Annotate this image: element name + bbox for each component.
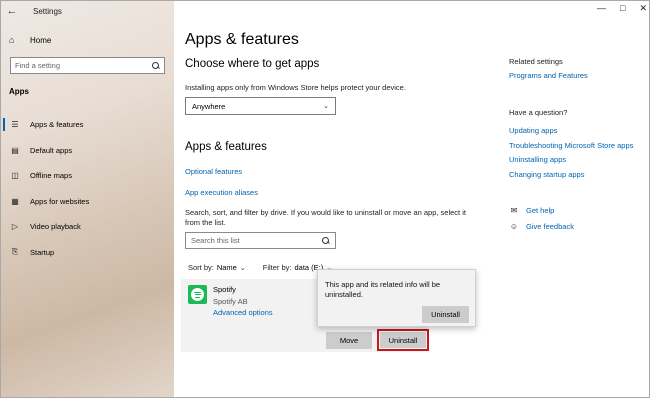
maximize-icon[interactable]: □	[620, 3, 625, 14]
question-heading: Have a question?	[509, 108, 568, 117]
video-icon: ▷	[11, 222, 19, 232]
sort-dropdown[interactable]: Sort by: Name ⌄	[188, 263, 246, 272]
sort-filter-row: Sort by: Name ⌄ Filter by: data (E:) ⌄	[188, 263, 332, 272]
search-icon[interactable]	[322, 236, 330, 245]
choose-heading: Choose where to get apps	[185, 58, 320, 70]
apps-list-icon: ☰	[11, 120, 19, 130]
settings-search[interactable]	[10, 57, 165, 74]
confirm-uninstall-button[interactable]: Uninstall	[422, 306, 469, 323]
nav-list: ☰ Apps & features ▤ Default apps ◫ Offli…	[1, 112, 174, 265]
uninstall-highlight: Uninstall	[377, 329, 429, 351]
map-icon: ◫	[11, 171, 19, 181]
get-help-row[interactable]: ✉ Get help	[509, 206, 555, 215]
default-apps-icon: ▤	[11, 145, 19, 155]
close-icon[interactable]: ✕	[639, 3, 647, 14]
programs-features-link[interactable]: Programs and Features	[509, 71, 588, 80]
filter-description: Search, sort, and filter by drive. If yo…	[185, 208, 466, 227]
startup-icon: ⎘	[11, 247, 19, 257]
optional-features-link[interactable]: Optional features	[185, 167, 242, 176]
feedback-icon: ☺	[509, 222, 519, 231]
sidebar-item-label: Startup	[30, 247, 55, 257]
sidebar-item-label: Offline maps	[30, 171, 72, 181]
app-source-value: Anywhere	[192, 101, 226, 111]
app-source-dropdown[interactable]: Anywhere ⌄	[185, 97, 336, 115]
sidebar-item-startup[interactable]: ⎘ Startup	[1, 240, 174, 266]
minimize-icon[interactable]: —	[597, 3, 606, 14]
window-controls: — □ ✕	[597, 3, 647, 14]
app-list-search[interactable]	[185, 232, 336, 249]
apps-features-heading: Apps & features	[185, 141, 267, 153]
uninstall-button[interactable]: Uninstall	[380, 332, 426, 348]
updating-apps-link[interactable]: Updating apps	[509, 126, 557, 135]
app-list-search-input[interactable]	[191, 236, 311, 245]
app-execution-aliases-link[interactable]: App execution aliases	[185, 188, 258, 197]
chevron-down-icon: ⌄	[239, 264, 246, 272]
section-title-apps: Apps	[9, 87, 29, 96]
move-button[interactable]: Move	[326, 332, 372, 349]
app-publisher: Spotify AB	[213, 297, 248, 306]
uninstall-confirm-flyout: This app and its related info will be un…	[317, 269, 476, 327]
app-name: Spotify	[213, 285, 236, 294]
choose-description: Installing apps only from Windows Store …	[185, 83, 406, 92]
changing-startup-link[interactable]: Changing startup apps	[509, 170, 584, 179]
spotify-logo-icon	[188, 285, 207, 304]
back-arrow-icon[interactable]: ←	[1, 5, 23, 17]
help-chat-icon: ✉	[510, 206, 518, 215]
give-feedback-link[interactable]: Give feedback	[526, 222, 574, 231]
nav-home-label: Home	[30, 35, 52, 45]
troubleshooting-store-link[interactable]: Troubleshooting Microsoft Store apps	[509, 141, 633, 150]
uninstall-confirm-message: This app and its related info will be un…	[325, 280, 441, 299]
sidebar-item-default-apps[interactable]: ▤ Default apps	[1, 138, 174, 164]
advanced-options-link[interactable]: Advanced options	[213, 308, 273, 317]
uninstalling-apps-link[interactable]: Uninstalling apps	[509, 155, 566, 164]
settings-window: ← Settings ⌂ Home Apps ☰ Apps & features…	[0, 0, 650, 398]
window-title: Settings	[33, 6, 62, 16]
home-icon: ⌂	[9, 35, 15, 45]
sidebar-item-label: Default apps	[30, 145, 73, 155]
search-icon[interactable]	[152, 61, 160, 70]
main-content: — □ ✕ Apps & features Choose where to ge…	[174, 1, 649, 397]
sidebar-item-apps-features[interactable]: ☰ Apps & features	[1, 112, 174, 138]
settings-search-input[interactable]	[15, 61, 145, 70]
sort-label: Sort by:	[188, 263, 214, 272]
sidebar-item-label: Video playback	[30, 222, 81, 232]
sidebar-item-apps-websites[interactable]: ▦ Apps for websites	[1, 189, 174, 215]
filter-label: Filter by:	[262, 263, 292, 272]
sidebar-item-offline-maps[interactable]: ◫ Offline maps	[1, 163, 174, 189]
chevron-down-icon: ⌄	[323, 103, 329, 110]
page-title: Apps & features	[185, 31, 299, 48]
web-link-icon: ▦	[11, 196, 19, 206]
nav-home[interactable]: ⌂ Home	[9, 35, 51, 45]
sidebar-item-video-playback[interactable]: ▷ Video playback	[1, 214, 174, 240]
title-bar: ← Settings	[1, 1, 174, 21]
sidebar: ← Settings ⌂ Home Apps ☰ Apps & features…	[1, 1, 174, 397]
related-settings-heading: Related settings	[509, 57, 563, 66]
sort-value: Name	[216, 263, 237, 272]
sidebar-item-label: Apps for websites	[30, 196, 90, 206]
give-feedback-row[interactable]: ☺ Give feedback	[509, 222, 574, 231]
sidebar-item-label: Apps & features	[30, 120, 84, 130]
get-help-link[interactable]: Get help	[526, 206, 554, 215]
